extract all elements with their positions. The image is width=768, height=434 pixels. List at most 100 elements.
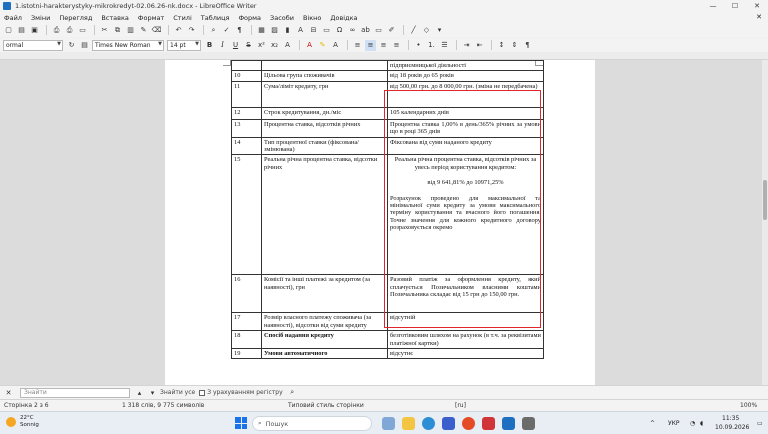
- document-page[interactable]: підприємницької діяльності 10 Цільова гр…: [165, 60, 595, 385]
- insert-hyperlink-icon[interactable]: ∞: [347, 25, 358, 36]
- find-input[interactable]: Знайти: [20, 387, 130, 398]
- table-cell-value[interactable]: від 500,00 грн. до 8 000,00 грн. (зміна …: [387, 80, 544, 108]
- table-cell-number[interactable]: [231, 60, 262, 72]
- clear-formatting-icon[interactable]: ⌫: [151, 25, 162, 36]
- table-cell-number[interactable]: 13: [231, 118, 262, 138]
- minimize-button[interactable]: —: [702, 0, 724, 12]
- print-preview-icon[interactable]: ▭: [77, 25, 88, 36]
- table-cell-value[interactable]: Фіксована від суми наданого кредиту: [387, 136, 544, 156]
- insert-chart-icon[interactable]: ▮: [282, 25, 293, 36]
- align-left-icon[interactable]: ≡: [352, 40, 363, 51]
- decrease-indent-icon[interactable]: ⇤: [474, 40, 485, 51]
- word-count-status[interactable]: 1 318 слів, 9 775 символів: [122, 402, 204, 409]
- track-changes-icon[interactable]: ✐: [386, 25, 397, 36]
- insert-textbox-icon[interactable]: A: [295, 25, 306, 36]
- menu-help[interactable]: Довідка: [330, 14, 357, 22]
- menu-file[interactable]: Файл: [4, 14, 22, 22]
- menu-insert[interactable]: Вставка: [101, 14, 129, 22]
- volume-icon[interactable]: ◖: [700, 420, 703, 427]
- table-cell-label[interactable]: Реальна річна процентна ставка, відсотки…: [261, 154, 388, 276]
- find-previous-icon[interactable]: ▴: [134, 387, 145, 398]
- document-area[interactable]: підприємницької діяльності 10 Цільова гр…: [0, 60, 762, 385]
- table-cell-number[interactable]: 16: [231, 274, 262, 314]
- table-cell-number[interactable]: 18: [231, 330, 262, 350]
- find-all-button[interactable]: Знайти усе: [160, 389, 195, 396]
- menu-styles[interactable]: Стилі: [173, 14, 192, 22]
- app-icon[interactable]: [482, 417, 495, 430]
- table-cell-value[interactable]: відсутній: [387, 312, 544, 332]
- align-right-icon[interactable]: ≡: [378, 40, 389, 51]
- table-cell-number[interactable]: 19: [231, 348, 262, 360]
- cut-icon[interactable]: ✂: [99, 25, 110, 36]
- font-color-icon[interactable]: A: [304, 40, 315, 51]
- file-explorer-icon[interactable]: [402, 417, 415, 430]
- print-icon[interactable]: ⎙: [64, 25, 75, 36]
- table-cell-number[interactable]: 12: [231, 106, 262, 120]
- subscript-icon[interactable]: x₂: [269, 40, 280, 51]
- table-cell-label[interactable]: Тип процентної ставки (фіксована/змінюва…: [261, 136, 388, 156]
- menu-format[interactable]: Формат: [138, 14, 164, 22]
- superscript-icon[interactable]: x²: [256, 40, 267, 51]
- table-cell-value[interactable]: 105 календарних днів: [387, 106, 544, 120]
- weather-widget[interactable]: 22°C Sonnig: [6, 415, 39, 429]
- font-size-select[interactable]: 14 pt ▼: [167, 39, 201, 51]
- keyboard-language[interactable]: УКР: [668, 420, 680, 427]
- task-view-icon[interactable]: [382, 417, 395, 430]
- table-cell-value[interactable]: Реальна річна процентна ставка, відсоткі…: [387, 154, 544, 276]
- copy-icon[interactable]: ⧉: [112, 25, 123, 36]
- insert-image-icon[interactable]: ▨: [269, 25, 280, 36]
- tray-chevron-icon[interactable]: ^: [650, 420, 655, 427]
- zoom-status[interactable]: 100%: [740, 402, 757, 409]
- paragraph-spacing-icon[interactable]: ⇕: [509, 40, 520, 51]
- table-cell-label[interactable]: Строк кредитування, дн./міс: [261, 106, 388, 120]
- paragraph-dialog-icon[interactable]: ¶: [522, 40, 533, 51]
- menu-edit[interactable]: Зміни: [31, 14, 50, 22]
- table-cell-label[interactable]: Цільова група споживачів: [261, 70, 388, 82]
- table-cell-label[interactable]: [261, 60, 388, 72]
- table-cell-value[interactable]: від 18 років до 65 років: [387, 70, 544, 82]
- basic-shapes-icon[interactable]: ◇: [421, 25, 432, 36]
- insert-footnote-icon[interactable]: ab: [360, 25, 371, 36]
- spelling-icon[interactable]: ✓: [221, 25, 232, 36]
- increase-indent-icon[interactable]: ⇥: [461, 40, 472, 51]
- new-document-icon[interactable]: ▢: [3, 25, 14, 36]
- table-cell-value[interactable]: підприємницької діяльності: [387, 60, 544, 72]
- table-cell-value[interactable]: Процентна ставка 1,00% в день/365% річни…: [387, 118, 544, 138]
- highlight-icon[interactable]: ✎: [317, 40, 328, 51]
- font-name-select[interactable]: Times New Roman ▼: [92, 39, 164, 51]
- bullets-icon[interactable]: •: [413, 40, 424, 51]
- app-icon[interactable]: [522, 417, 535, 430]
- maximize-button[interactable]: ☐: [724, 0, 746, 12]
- table-cell-value[interactable]: відсутнє: [387, 348, 544, 360]
- table-cell-number[interactable]: 15: [231, 154, 262, 276]
- table-cell-number[interactable]: 14: [231, 136, 262, 156]
- table-cell-label[interactable]: Процентна ставка, відсотків річних: [261, 118, 388, 138]
- find-next-icon[interactable]: ▾: [147, 387, 158, 398]
- language-status[interactable]: [ru]: [455, 402, 466, 409]
- table-cell-label[interactable]: Розмір власного платежу споживача (за на…: [261, 312, 388, 332]
- paste-icon[interactable]: ▥: [125, 25, 136, 36]
- table-cell-label[interactable]: Комісії та інші платежі за кредитом (за …: [261, 274, 388, 314]
- numbering-icon[interactable]: 1.: [426, 40, 437, 51]
- menu-table[interactable]: Таблиця: [201, 14, 230, 22]
- table-cell-label[interactable]: Спосіб надання кредиту: [261, 330, 388, 350]
- undo-icon[interactable]: ↶: [173, 25, 184, 36]
- bold-icon[interactable]: B: [204, 40, 215, 51]
- formatting-marks-icon[interactable]: ¶: [234, 25, 245, 36]
- paragraph-style-select[interactable]: ormal ▼: [3, 39, 63, 51]
- page-style-status[interactable]: Типовий стиль сторінки: [288, 402, 364, 409]
- open-icon[interactable]: ▤: [16, 25, 27, 36]
- table-cell-number[interactable]: 11: [231, 80, 262, 108]
- close-document-icon[interactable]: ✕: [756, 13, 762, 21]
- line-icon[interactable]: ╱: [408, 25, 419, 36]
- new-style-icon[interactable]: ▤: [79, 40, 90, 51]
- ruler[interactable]: [0, 52, 768, 60]
- chrome-browser-icon[interactable]: [462, 417, 475, 430]
- windows-start-icon[interactable]: [235, 417, 247, 429]
- clone-formatting-icon[interactable]: ✎: [138, 25, 149, 36]
- find-replace-icon[interactable]: ⌕: [208, 25, 219, 36]
- close-button[interactable]: ✕: [746, 0, 768, 12]
- export-pdf-icon[interactable]: ⎙: [51, 25, 62, 36]
- table-cell-value[interactable]: безготівковим шляхом на рахунок (в т.ч. …: [387, 330, 544, 350]
- italic-icon[interactable]: I: [217, 40, 228, 51]
